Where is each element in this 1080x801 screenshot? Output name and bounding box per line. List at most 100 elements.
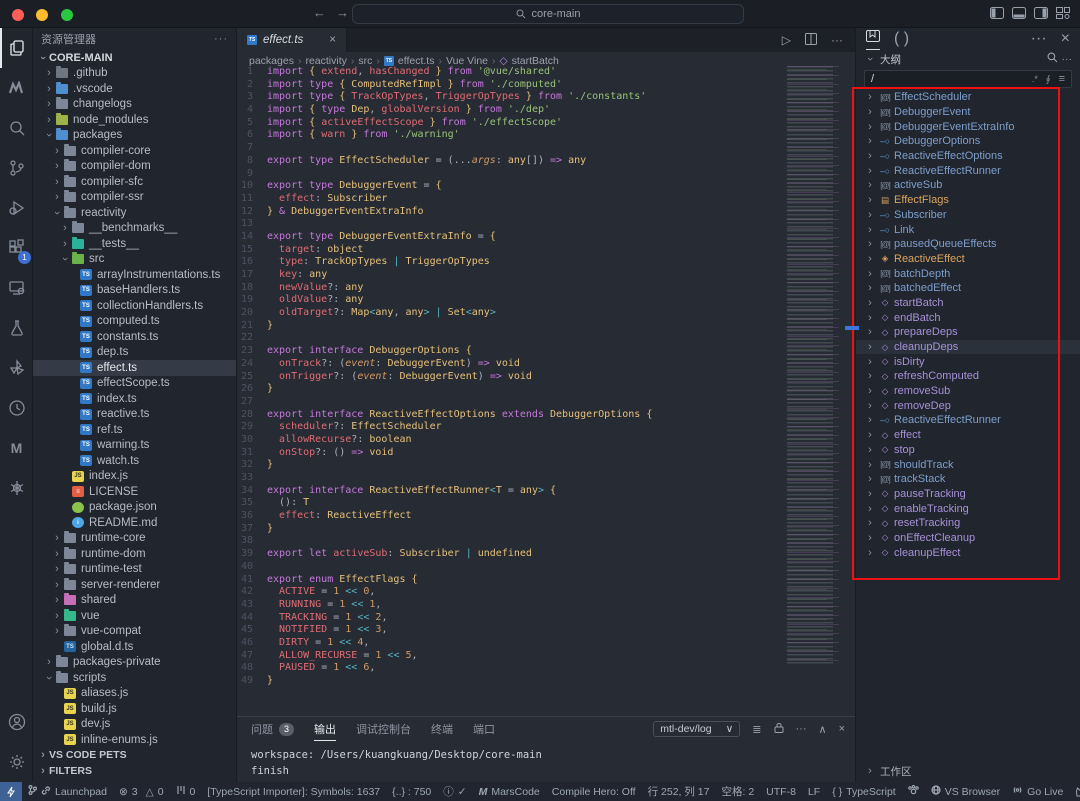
- tree-item-watch-ts[interactable]: TS watch.ts: [33, 453, 236, 469]
- tab-terminal[interactable]: 终端: [431, 717, 453, 741]
- outline-item-batchedeffect[interactable]: › [@] batchedEffect: [856, 281, 1080, 296]
- code-line-47[interactable]: 47 ALLOW_RECURSE = 1 << 5,: [237, 650, 855, 663]
- close-tab-icon[interactable]: ×: [329, 34, 336, 46]
- chevron-right-icon[interactable]: ›: [51, 160, 63, 172]
- outline-item-preparedeps[interactable]: › ◇ prepareDeps: [856, 325, 1080, 340]
- outline-item-enabletracking[interactable]: › ◇ enableTracking: [856, 501, 1080, 516]
- tree-item--github[interactable]: › .github: [33, 66, 236, 82]
- chevron-right-icon[interactable]: ›: [51, 145, 63, 157]
- code-line-14[interactable]: 14 export type DebuggerEventExtraInfo = {: [237, 231, 855, 244]
- outline-item-stop[interactable]: › ◇ stop: [856, 443, 1080, 458]
- outline-item-batchdepth[interactable]: › [@] batchDepth: [856, 266, 1080, 281]
- tree-item-license[interactable]: ≡ LICENSE: [33, 484, 236, 500]
- code-line-36[interactable]: 36 effect: ReactiveEffect: [237, 510, 855, 523]
- outline-item-debuggerevent[interactable]: › [@] DebuggerEvent: [856, 105, 1080, 120]
- panel-more-actions-icon[interactable]: ···: [796, 723, 807, 735]
- code-line-38[interactable]: 38: [237, 535, 855, 548]
- code-line-18[interactable]: 18 newValue?: any: [237, 282, 855, 295]
- tree-item-effect-ts[interactable]: TS effect.ts: [33, 360, 236, 376]
- tree-item-vue[interactable]: › vue: [33, 608, 236, 624]
- outline-item-shouldtrack[interactable]: › [@] shouldTrack: [856, 457, 1080, 472]
- tree-item-compiler-dom[interactable]: › compiler-dom: [33, 159, 236, 175]
- maximize-window-button[interactable]: [60, 9, 73, 21]
- outline-item-endbatch[interactable]: › ◇ endBatch: [856, 310, 1080, 325]
- outline-item-reactiveeffectoptions[interactable]: › –○ ReactiveEffectOptions: [856, 149, 1080, 164]
- tree-item-changelogs[interactable]: › changelogs: [33, 97, 236, 113]
- outline-item-reactiveeffectrunner[interactable]: › –○ ReactiveEffectRunner: [856, 163, 1080, 178]
- workspace-section-header[interactable]: › 工作区: [856, 762, 1080, 780]
- code-line-27[interactable]: 27: [237, 396, 855, 409]
- toggle-sidebar-icon[interactable]: [990, 6, 1006, 22]
- tree-item-readme-md[interactable]: i README.md: [33, 515, 236, 531]
- code-line-25[interactable]: 25 onTrigger?: (event: DebuggerEvent) =>…: [237, 371, 855, 384]
- openai-icon[interactable]: [0, 468, 33, 508]
- code-line-26[interactable]: 26}: [237, 383, 855, 396]
- tree-item-runtime-core[interactable]: › runtime-core: [33, 531, 236, 547]
- close-secondary-sidebar-icon[interactable]: ×: [1061, 30, 1070, 48]
- bracket-count-item[interactable]: {..} : 750: [386, 782, 437, 801]
- settings-gear-icon[interactable]: [0, 742, 33, 782]
- tree-item-src[interactable]: › src: [33, 252, 236, 268]
- launchpad-item[interactable]: Launchpad: [22, 782, 113, 801]
- code-line-24[interactable]: 24 onTrack?: (event: DebuggerEvent) => v…: [237, 358, 855, 371]
- code-line-8[interactable]: 8 export type EffectScheduler = (... args:…: [237, 155, 855, 168]
- tree-item-computed-ts[interactable]: TS computed.ts: [33, 314, 236, 330]
- code-line-49[interactable]: 49}: [237, 675, 855, 688]
- testing-icon[interactable]: [0, 308, 33, 348]
- tree-item-arrayinstrumentations-ts[interactable]: TS arrayInstrumentations.ts: [33, 267, 236, 283]
- navigate-back-icon[interactable]: ←: [313, 5, 326, 20]
- outline-item-activesub[interactable]: › [@] activeSub: [856, 178, 1080, 193]
- outline-item-subscriber[interactable]: › –○ Subscriber: [856, 208, 1080, 223]
- code-line-37[interactable]: 37}: [237, 523, 855, 536]
- sidebar-section-vs-code-pets[interactable]: › VS CODE PETS: [33, 748, 236, 764]
- toggle-panel-icon[interactable]: [1012, 6, 1028, 22]
- code-line-13[interactable]: 13: [237, 218, 855, 231]
- tree-item-dep-ts[interactable]: TS dep.ts: [33, 345, 236, 361]
- follow-cursor-icon[interactable]: ∮: [1046, 74, 1051, 85]
- tree-item-index-ts[interactable]: TS index.ts: [33, 391, 236, 407]
- outline-item-effectflags[interactable]: › ▤ EffectFlags: [856, 193, 1080, 208]
- outline-item-effectscheduler[interactable]: › [@] EffectScheduler: [856, 90, 1080, 105]
- tree-item-package-json[interactable]: package.json: [33, 500, 236, 516]
- code-line-22[interactable]: 22: [237, 332, 855, 345]
- tree-item-constants-ts[interactable]: TS constants.ts: [33, 329, 236, 345]
- outline-item-reactiveeffectrunner[interactable]: › –○ ReactiveEffectRunner: [856, 413, 1080, 428]
- tab-problems[interactable]: 问题 3: [251, 717, 295, 741]
- go-live-item[interactable]: Go Live: [1006, 782, 1069, 801]
- minimize-window-button[interactable]: [36, 9, 49, 21]
- outline-item-cleanupdeps[interactable]: › ◇ cleanupDeps: [856, 339, 1080, 355]
- clear-output-icon[interactable]: ≣: [752, 723, 761, 736]
- tree-item-vue-compat[interactable]: › vue-compat: [33, 624, 236, 640]
- code-line-46[interactable]: 46 DIRTY = 1 << 4,: [237, 637, 855, 650]
- vs-browser-item[interactable]: VS Browser: [925, 782, 1006, 801]
- tree-item-runtime-dom[interactable]: › runtime-dom: [33, 546, 236, 562]
- outline-item-debuggereventextrainfo[interactable]: › [@] DebuggerEventExtraInfo: [856, 119, 1080, 134]
- chevron-right-icon[interactable]: ›: [51, 548, 63, 560]
- outline-item-link[interactable]: › –○ Link: [856, 222, 1080, 237]
- tab-effect-ts[interactable]: TS effect.ts ×: [237, 28, 347, 52]
- outline-item-oneffectcleanup[interactable]: › ◇ onEffectCleanup: [856, 531, 1080, 546]
- split-editor-icon[interactable]: [805, 32, 817, 48]
- tree-item-collectionhandlers-ts[interactable]: TS collectionHandlers.ts: [33, 298, 236, 314]
- outline-item-removedep[interactable]: › ◇ removeDep: [856, 398, 1080, 413]
- collapse-all-icon[interactable]: .*: [1032, 74, 1038, 84]
- command-center-search[interactable]: core-main: [352, 4, 744, 24]
- tree-item--tests-[interactable]: › __tests__: [33, 236, 236, 252]
- status-check-item[interactable]: ⓘ ✓: [437, 782, 472, 801]
- tree-item-reactive-ts[interactable]: TS reactive.ts: [33, 407, 236, 423]
- lock-scroll-icon[interactable]: [774, 722, 784, 736]
- tree-item-index-js[interactable]: JS index.js: [33, 469, 236, 485]
- close-panel-icon[interactable]: ×: [839, 723, 845, 735]
- minimap[interactable]: [787, 66, 848, 666]
- outline-section-header[interactable]: › 大纲 ···: [856, 50, 1080, 68]
- explorer-icon[interactable]: [0, 28, 33, 68]
- code-line-20[interactable]: 20 oldTarget?: Map < any, any > | Set < any >: [237, 307, 855, 320]
- tree-item-compiler-ssr[interactable]: › compiler-ssr: [33, 190, 236, 206]
- code-line-35[interactable]: 35 (): T: [237, 497, 855, 510]
- chevron-down-icon[interactable]: ›: [43, 672, 55, 684]
- output-channel-select[interactable]: mtl-dev/log ∨: [653, 721, 741, 737]
- code-line-45[interactable]: 45 NOTIFIED = 1 << 3,: [237, 624, 855, 637]
- ports-item[interactable]: 0: [170, 782, 202, 801]
- chevron-right-icon[interactable]: ›: [51, 579, 63, 591]
- tab-debug-console[interactable]: 调试控制台: [356, 717, 411, 741]
